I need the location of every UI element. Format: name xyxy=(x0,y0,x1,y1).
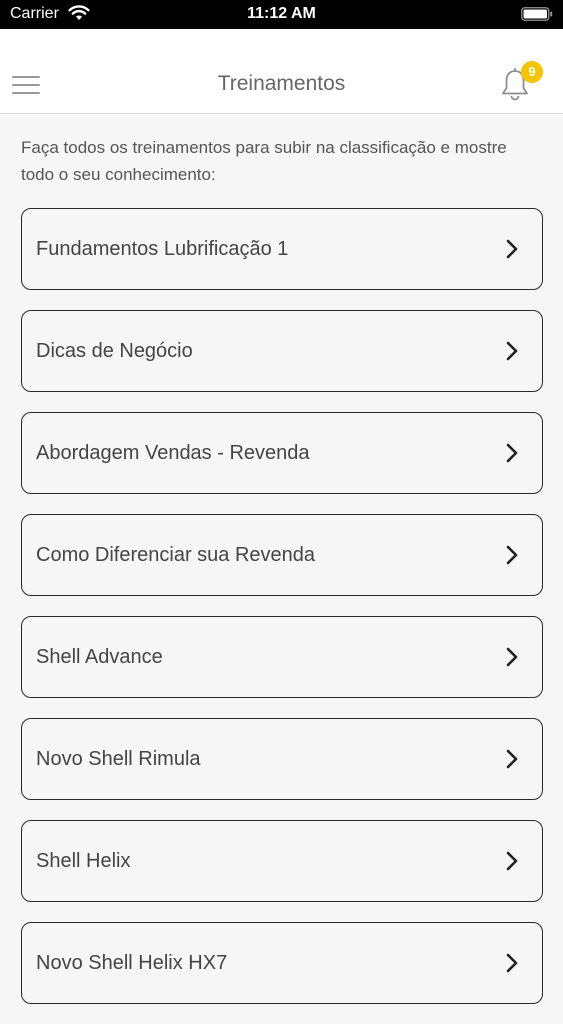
training-item-label: Novo Shell Rimula xyxy=(36,748,201,770)
chevron-right-icon xyxy=(506,443,518,463)
navigation-header: Treinamentos 9 xyxy=(0,29,563,114)
training-item-label: Shell Advance xyxy=(36,646,163,668)
training-item-label: Abordagem Vendas - Revenda xyxy=(36,442,310,464)
training-item-label: Fundamentos Lubrificação 1 xyxy=(36,238,289,260)
training-item-shell-helix[interactable]: Shell Helix xyxy=(21,820,543,902)
training-item-label: Novo Shell Helix HX7 xyxy=(36,952,228,974)
chevron-right-icon xyxy=(506,647,518,667)
training-item-dicas-de-negocio[interactable]: Dicas de Negócio xyxy=(21,310,543,392)
notification-badge: 9 xyxy=(521,61,543,83)
chevron-right-icon xyxy=(506,851,518,871)
training-item-label: Dicas de Negócio xyxy=(36,340,193,362)
chevron-right-icon xyxy=(506,239,518,259)
training-item-novo-shell-rimula[interactable]: Novo Shell Rimula xyxy=(21,718,543,800)
training-item-abordagem-vendas-revenda[interactable]: Abordagem Vendas - Revenda xyxy=(21,412,543,494)
training-list: Fundamentos Lubrificação 1 Dicas de Negó… xyxy=(21,208,543,1024)
chevron-right-icon xyxy=(506,545,518,565)
training-item-shell-advance[interactable]: Shell Advance xyxy=(21,616,543,698)
training-item-label: Como Diferenciar sua Revenda xyxy=(36,544,316,566)
chevron-right-icon xyxy=(506,953,518,973)
status-time: 11:12 AM xyxy=(247,5,316,22)
chevron-right-icon xyxy=(506,749,518,769)
chevron-right-icon xyxy=(506,341,518,361)
intro-text: Faça todos os treinamentos para subir na… xyxy=(21,138,507,184)
training-item-novo-shell-helix-hx7[interactable]: Novo Shell Helix HX7 xyxy=(21,922,543,1004)
training-item-label: Shell Helix xyxy=(36,850,131,872)
status-bar: Carrier 11:12 AM xyxy=(0,0,563,29)
training-item-como-diferenciar-sua-revenda[interactable]: Como Diferenciar sua Revenda xyxy=(21,514,543,596)
battery-icon xyxy=(521,7,553,21)
page-title: Treinamentos xyxy=(217,72,346,95)
training-item-fundamentos-lubrificacao-1[interactable]: Fundamentos Lubrificação 1 xyxy=(21,208,543,290)
